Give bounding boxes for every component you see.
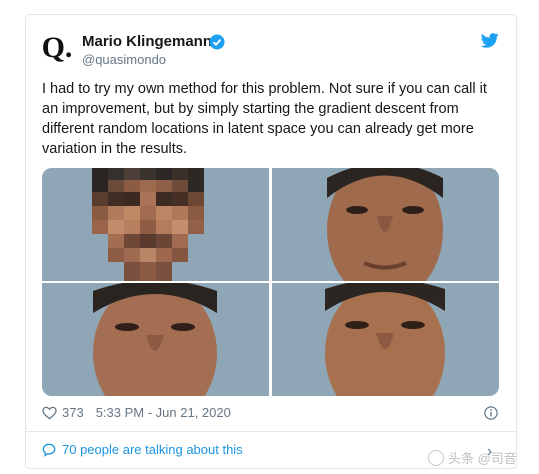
- tweet-text: I had to try my own method for this prob…: [42, 81, 487, 157]
- watermark-logo-icon: [428, 449, 444, 466]
- author-name[interactable]: Mario Klingemann: [82, 33, 212, 50]
- avatar[interactable]: Q.: [42, 31, 73, 64]
- watermark: 头条 @司音: [428, 448, 517, 467]
- conversation-text[interactable]: 70 people are talking about this: [62, 442, 243, 457]
- tweet-meta: 373 5:33 PM - Jun 21, 2020: [42, 405, 231, 420]
- generated-face-image-2[interactable]: [42, 283, 269, 396]
- divider: [26, 431, 516, 432]
- pixelated-face-image[interactable]: [42, 168, 269, 281]
- watermark-text: 头条 @司音: [448, 451, 517, 466]
- heart-icon[interactable]: [42, 406, 57, 420]
- verified-badge-icon: [209, 34, 225, 50]
- twitter-bird-icon[interactable]: [481, 33, 499, 48]
- generated-face-image-1[interactable]: [272, 168, 499, 281]
- author-handle[interactable]: @quasimondo: [82, 52, 166, 67]
- like-count[interactable]: 373: [62, 405, 84, 420]
- timestamp[interactable]: 5:33 PM - Jun 21, 2020: [96, 405, 231, 420]
- image-grid[interactable]: [42, 168, 499, 396]
- comment-bubble-icon: [42, 443, 56, 457]
- info-icon[interactable]: [484, 406, 498, 420]
- conversation-link[interactable]: 70 people are talking about this: [42, 442, 243, 457]
- generated-face-image-3[interactable]: [272, 283, 499, 396]
